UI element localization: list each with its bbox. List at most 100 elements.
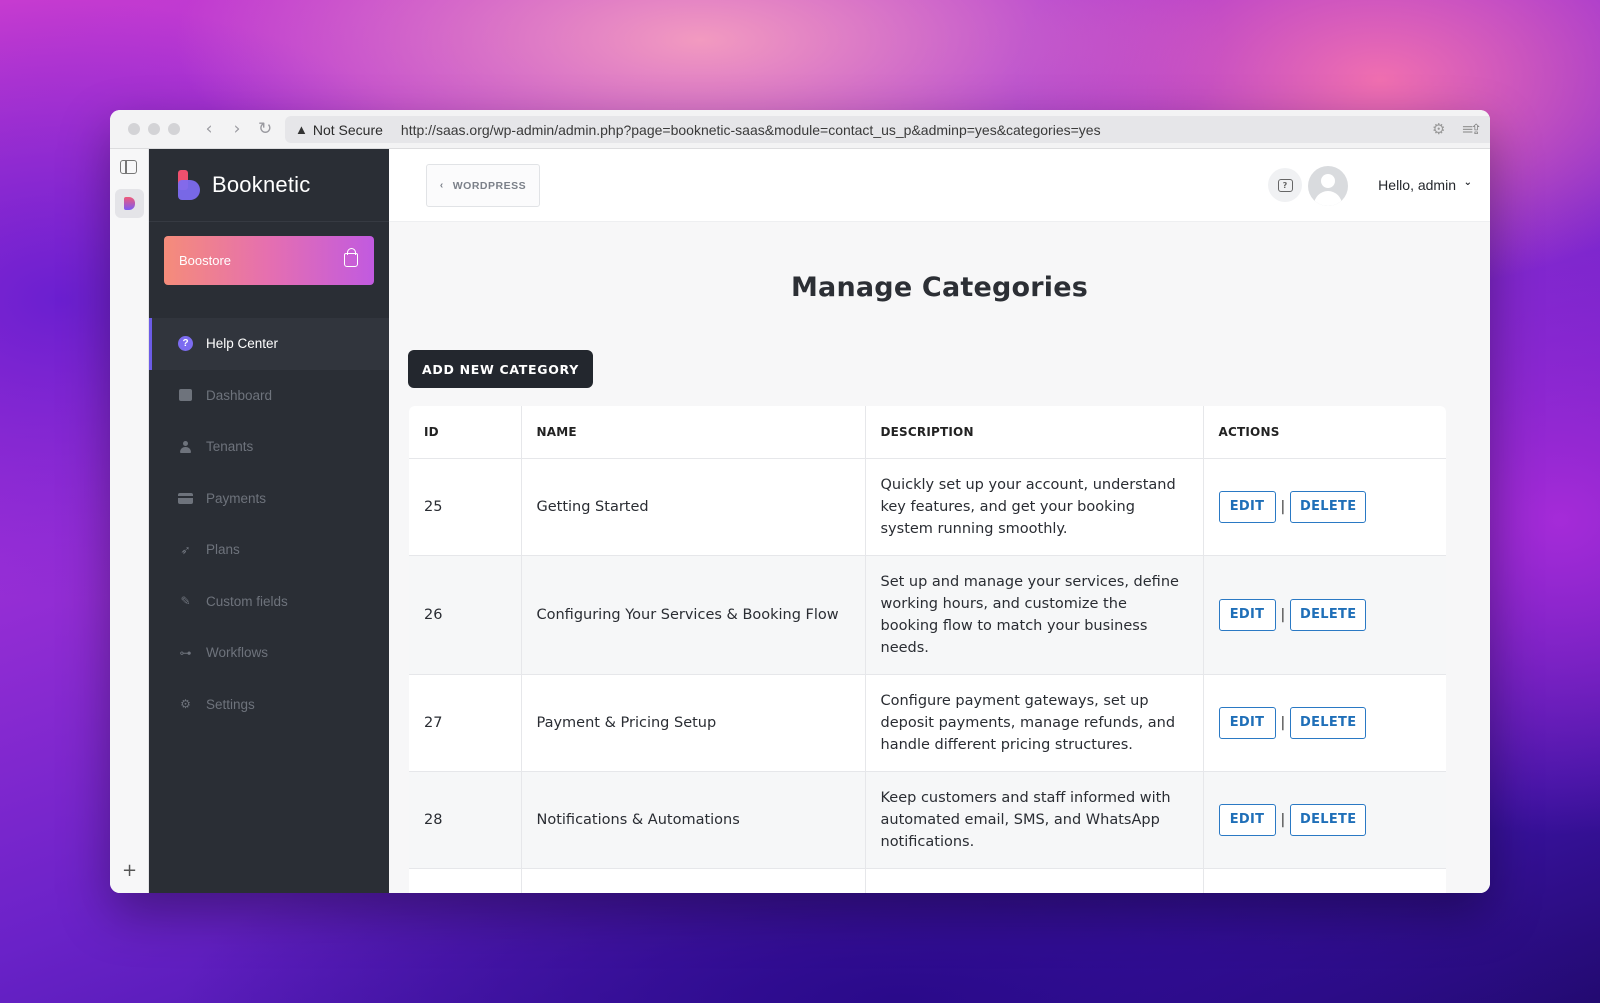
column-header-id: ID (409, 406, 522, 459)
app-sidebar: Booknetic Boostore ? Help Center Dashboa… (149, 149, 389, 893)
help-chat-icon: ? (1277, 178, 1293, 192)
sidebar-item-workflows[interactable]: ⊶ Workflows (149, 627, 389, 679)
sidebar-item-custom-fields[interactable]: ✎ Custom fields (149, 576, 389, 628)
category-name: Getting Started (521, 458, 866, 556)
browser-window: ‹ › ↻ ▲ Not Secure http://saas.org/wp-ad… (110, 110, 1490, 893)
url-text[interactable]: http://saas.org/wp-admin/admin.php?page=… (401, 122, 1101, 138)
wordpress-back-button[interactable]: ‹ WORDPRESS (426, 164, 540, 207)
boostore-label: Boostore (179, 253, 232, 268)
close-window-button[interactable] (128, 123, 140, 135)
brand[interactable]: Booknetic (149, 149, 389, 222)
column-header-description: DESCRIPTION (865, 406, 1204, 459)
action-separator: | (1280, 606, 1286, 623)
boostore-button[interactable]: Boostore (164, 236, 374, 285)
sidebar-item-label: Help Center (206, 336, 279, 352)
category-id: 26 (409, 555, 522, 675)
top-bar: ‹ WORDPRESS ? Hello, admin ⌄ (389, 149, 1490, 222)
menu-icon[interactable]: ≡ (1461, 120, 1474, 138)
sidebar-item-payments[interactable]: Payments (149, 473, 389, 525)
wordpress-back-label: WORDPRESS (452, 179, 527, 192)
minimize-window-button[interactable] (148, 123, 160, 135)
sidebar-item-tenants[interactable]: Tenants (149, 421, 389, 473)
column-header-name: NAME (521, 406, 866, 459)
category-id: 28 (409, 771, 522, 869)
user-icon (178, 439, 193, 454)
category-name (521, 868, 866, 893)
category-description: Keep customers and staff informed with a… (865, 771, 1204, 869)
magic-wand-icon: ✎ (180, 594, 191, 609)
category-id: 25 (409, 458, 522, 556)
row-actions: EDIT | DELETE (1203, 458, 1446, 556)
category-description: Quickly set up your account, understand … (865, 458, 1204, 556)
sidebar-item-settings[interactable]: ⚙ Settings (149, 679, 389, 731)
edit-button[interactable]: EDIT (1218, 490, 1276, 523)
row-actions: EDIT | DELETE (1203, 674, 1446, 772)
delete-button[interactable]: DELETE (1290, 803, 1367, 836)
back-icon[interactable]: ‹ (202, 119, 216, 139)
extensions-icon[interactable]: ⚙ (1432, 120, 1445, 138)
support-chat-button[interactable]: ? (1268, 168, 1302, 202)
table-row: 28 Notifications & Automations Keep cust… (409, 771, 1446, 869)
browser-nav: ‹ › ↻ (202, 119, 273, 139)
category-description (865, 868, 1204, 893)
warning-icon: ▲ (295, 122, 308, 137)
sidebar-item-label: Dashboard (206, 387, 273, 403)
category-id: 27 (409, 674, 522, 772)
sidebar-item-plans[interactable]: ➶ Plans (149, 524, 389, 576)
shopping-bag-icon (344, 248, 358, 267)
sidebar-item-dashboard[interactable]: Dashboard (149, 370, 389, 422)
category-id (409, 868, 522, 893)
delete-button[interactable]: DELETE (1290, 490, 1367, 523)
sidebar-toggle-icon[interactable] (120, 160, 137, 174)
forward-icon[interactable]: › (230, 119, 244, 139)
new-tab-icon[interactable]: + (122, 860, 137, 881)
category-description: Configure payment gateways, set up depos… (865, 674, 1204, 772)
sidebar-item-help-center[interactable]: ? Help Center (149, 318, 389, 370)
booknetic-logo-icon (178, 170, 200, 200)
window-controls (128, 123, 180, 135)
delete-button[interactable]: DELETE (1290, 706, 1367, 739)
main-content: ‹ WORDPRESS ? Hello, admin ⌄ Manage Cate… (389, 149, 1490, 893)
action-separator: | (1280, 498, 1286, 515)
browser-toolbar: ‹ › ↻ ▲ Not Secure http://saas.org/wp-ad… (110, 110, 1490, 149)
category-name: Notifications & Automations (521, 771, 866, 869)
row-actions: EDIT | DELETE (1203, 771, 1446, 869)
chevron-left-icon: ‹ (439, 180, 444, 191)
category-name: Payment & Pricing Setup (521, 674, 866, 772)
user-greeting[interactable]: Hello, admin (1378, 177, 1456, 193)
sidebar-item-label: Custom fields (206, 593, 288, 609)
action-separator: | (1280, 714, 1286, 731)
workflow-icon: ⊶ (179, 645, 192, 660)
table-header-row: ID NAME DESCRIPTION ACTIONS (409, 406, 1446, 459)
add-new-category-button[interactable]: ADD NEW CATEGORY (408, 350, 593, 388)
chevron-down-icon[interactable]: ⌄ (1464, 177, 1472, 188)
sidebar-item-label: Plans (206, 542, 240, 558)
security-label[interactable]: Not Secure (313, 122, 383, 138)
reload-icon[interactable]: ↻ (258, 119, 272, 139)
table-row: 27 Payment & Pricing Setup Configure pay… (409, 674, 1446, 772)
table-row: 26 Configuring Your Services & Booking F… (409, 555, 1446, 675)
help-circle-icon: ? (178, 336, 193, 352)
browser-side-rail: + (110, 149, 149, 893)
delete-button[interactable]: DELETE (1290, 598, 1367, 631)
brand-name: Booknetic (212, 172, 311, 197)
rocket-icon: ➶ (180, 542, 191, 557)
address-bar[interactable]: ▲ Not Secure http://saas.org/wp-admin/ad… (285, 116, 1490, 143)
credit-card-icon (178, 491, 193, 506)
table-row (409, 868, 1446, 893)
category-name: Configuring Your Services & Booking Flow (521, 555, 866, 675)
gear-icon: ⚙ (180, 697, 191, 712)
sidebar-item-label: Settings (206, 696, 255, 712)
edit-button[interactable]: EDIT (1218, 598, 1276, 631)
category-description: Set up and manage your services, define … (865, 555, 1204, 675)
edit-button[interactable]: EDIT (1218, 706, 1276, 739)
edit-button[interactable]: EDIT (1218, 803, 1276, 836)
maximize-window-button[interactable] (168, 123, 180, 135)
categories-table: ID NAME DESCRIPTION ACTIONS 25 Getting S… (409, 406, 1446, 893)
sidebar-menu: ? Help Center Dashboard Tenants Payments… (149, 318, 389, 730)
sidebar-item-label: Workflows (206, 645, 269, 661)
row-actions: EDIT | DELETE (1203, 555, 1446, 675)
booknetic-tab-icon[interactable] (115, 189, 144, 218)
sidebar-item-label: Payments (206, 490, 267, 506)
avatar[interactable] (1308, 166, 1348, 206)
